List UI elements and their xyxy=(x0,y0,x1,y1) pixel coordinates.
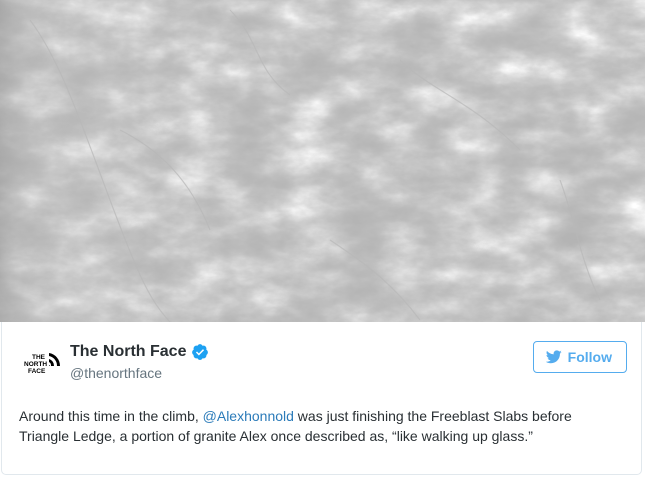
logo-text-line-3: FACE xyxy=(28,368,46,375)
user-handle[interactable]: @thenorthface xyxy=(70,365,162,381)
tweet-text-before: Around this time in the climb, xyxy=(19,408,203,424)
twitter-bird-icon xyxy=(545,350,562,364)
logo-text-line-2: NORTH xyxy=(24,361,47,368)
north-face-logo-avatar[interactable]: THE NORTH FACE xyxy=(22,350,62,390)
mention-link[interactable]: @Alexhonnold xyxy=(203,408,294,424)
follow-button[interactable]: Follow xyxy=(532,341,627,373)
follow-button-label: Follow xyxy=(567,349,612,365)
tweet-card: THE NORTH FACE The North Face @thenorthf… xyxy=(1,322,642,475)
display-name[interactable]: The North Face xyxy=(70,343,186,361)
display-name-row[interactable]: The North Face xyxy=(70,343,209,361)
verified-badge-icon xyxy=(191,343,209,361)
granite-texture xyxy=(0,0,645,322)
north-face-logo-icon: THE NORTH FACE xyxy=(22,350,62,390)
logo-text-line-1: THE xyxy=(32,354,46,361)
tweet-text: Around this time in the climb, @Alexhonn… xyxy=(19,406,625,446)
tweet-media-image[interactable] xyxy=(0,0,645,322)
